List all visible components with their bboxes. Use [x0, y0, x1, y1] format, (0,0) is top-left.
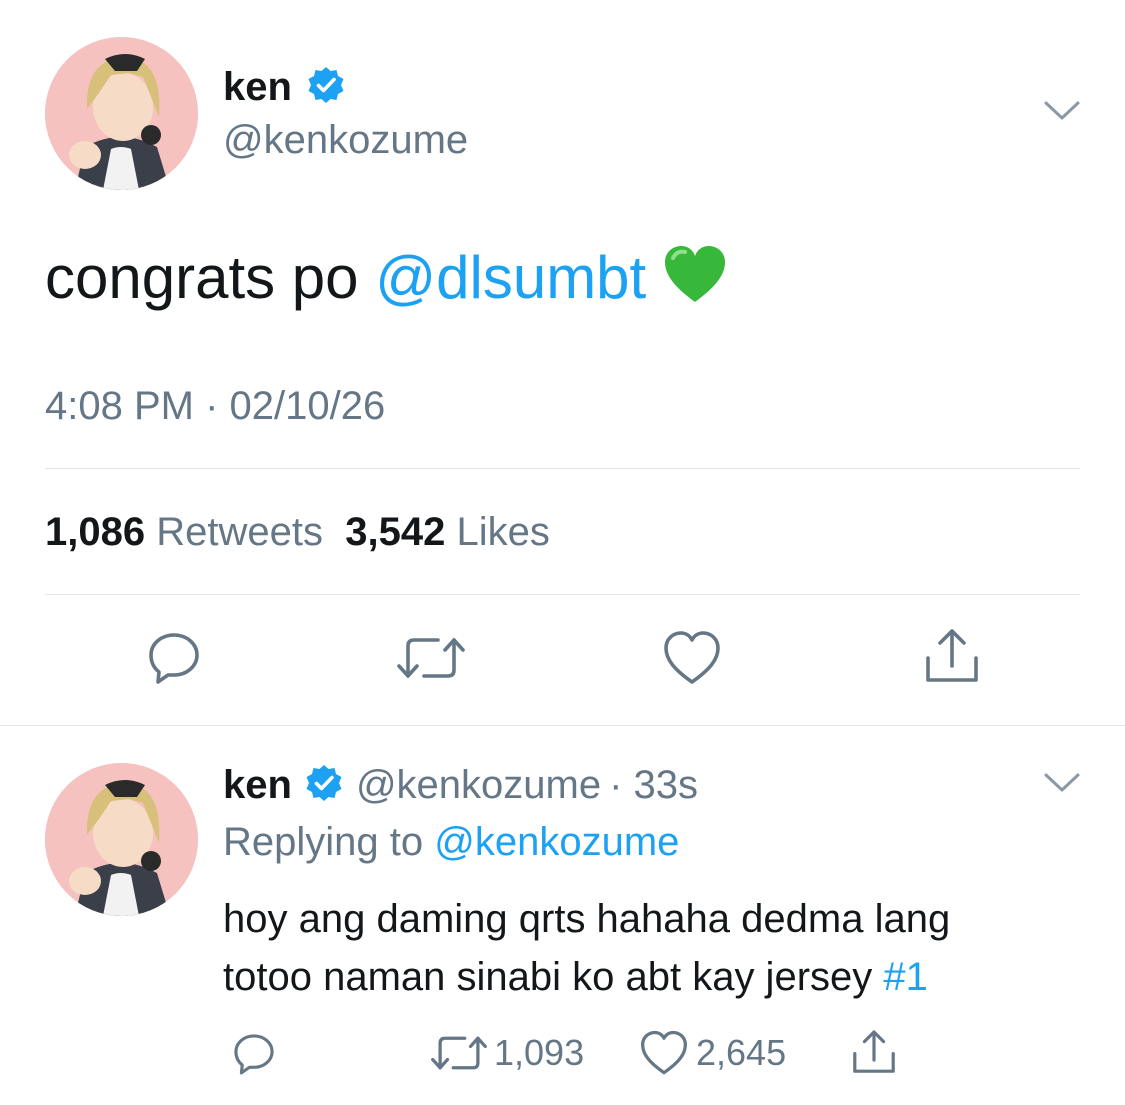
reply-text: hoy ang daming qrts hahaha dedma lang to…	[223, 890, 950, 1006]
tweet-stats: 1,086 Retweets 3,542 Likes	[45, 510, 550, 555]
reply-icon[interactable]	[146, 630, 202, 686]
tweet-text-plain: congrats po	[45, 244, 376, 311]
share-icon[interactable]	[922, 626, 982, 686]
avatar[interactable]	[45, 37, 198, 190]
retweet-count: 1,093	[494, 1032, 585, 1073]
share-icon[interactable]	[850, 1028, 898, 1076]
replying-label: Replying to	[223, 820, 435, 864]
author-line: ken	[223, 62, 346, 112]
reply-text-line2: totoo naman sinabi ko abt kay jersey	[223, 955, 884, 999]
retweets-label: Retweets	[156, 510, 323, 554]
retweet-icon	[430, 1030, 488, 1076]
divider	[45, 468, 1080, 469]
verified-badge-icon	[306, 65, 346, 110]
likes-stat[interactable]: 3,542 Likes	[345, 510, 550, 554]
like-action[interactable]: 2,645	[640, 1030, 786, 1076]
reply-icon[interactable]	[232, 1032, 276, 1076]
section-divider	[0, 725, 1125, 726]
author-line: ken @kenkozume · 33s	[223, 760, 698, 810]
chevron-down-icon[interactable]	[1043, 770, 1081, 796]
retweet-icon[interactable]	[396, 630, 466, 686]
likes-label: Likes	[456, 510, 550, 554]
time-ago[interactable]: · 33s	[609, 763, 698, 808]
replying-handle-link[interactable]: @kenkozume	[434, 820, 679, 864]
green-heart-icon	[663, 244, 727, 322]
reply-text-line1: hoy ang daming qrts hahaha dedma lang	[223, 897, 951, 941]
avatar[interactable]	[45, 763, 198, 916]
avatar-illustration	[45, 37, 198, 190]
author-name[interactable]: ken	[223, 763, 292, 808]
retweets-stat[interactable]: 1,086 Retweets	[45, 510, 323, 554]
author-handle[interactable]: @kenkozume	[223, 118, 468, 163]
author-handle[interactable]: @kenkozume	[356, 763, 601, 808]
like-icon	[640, 1030, 688, 1076]
retweet-action[interactable]: 1,093	[430, 1030, 584, 1076]
verified-badge-icon	[304, 763, 344, 808]
replying-to: Replying to @kenkozume	[223, 820, 679, 865]
tweet-text: congrats po @dlsumbt 💚	[45, 240, 727, 322]
divider	[45, 594, 1080, 595]
timestamp[interactable]: 4:08 PM · 02/10/26	[45, 384, 385, 429]
like-icon[interactable]	[663, 630, 721, 686]
author-name[interactable]: ken	[223, 65, 292, 110]
likes-count: 3,542	[345, 510, 446, 554]
chevron-down-icon[interactable]	[1043, 98, 1081, 124]
like-count: 2,645	[696, 1032, 787, 1073]
hashtag-link[interactable]: #1	[883, 955, 928, 999]
avatar-illustration	[45, 763, 198, 916]
mention-link[interactable]: @dlsumbt	[375, 244, 646, 311]
retweets-count: 1,086	[45, 510, 146, 554]
